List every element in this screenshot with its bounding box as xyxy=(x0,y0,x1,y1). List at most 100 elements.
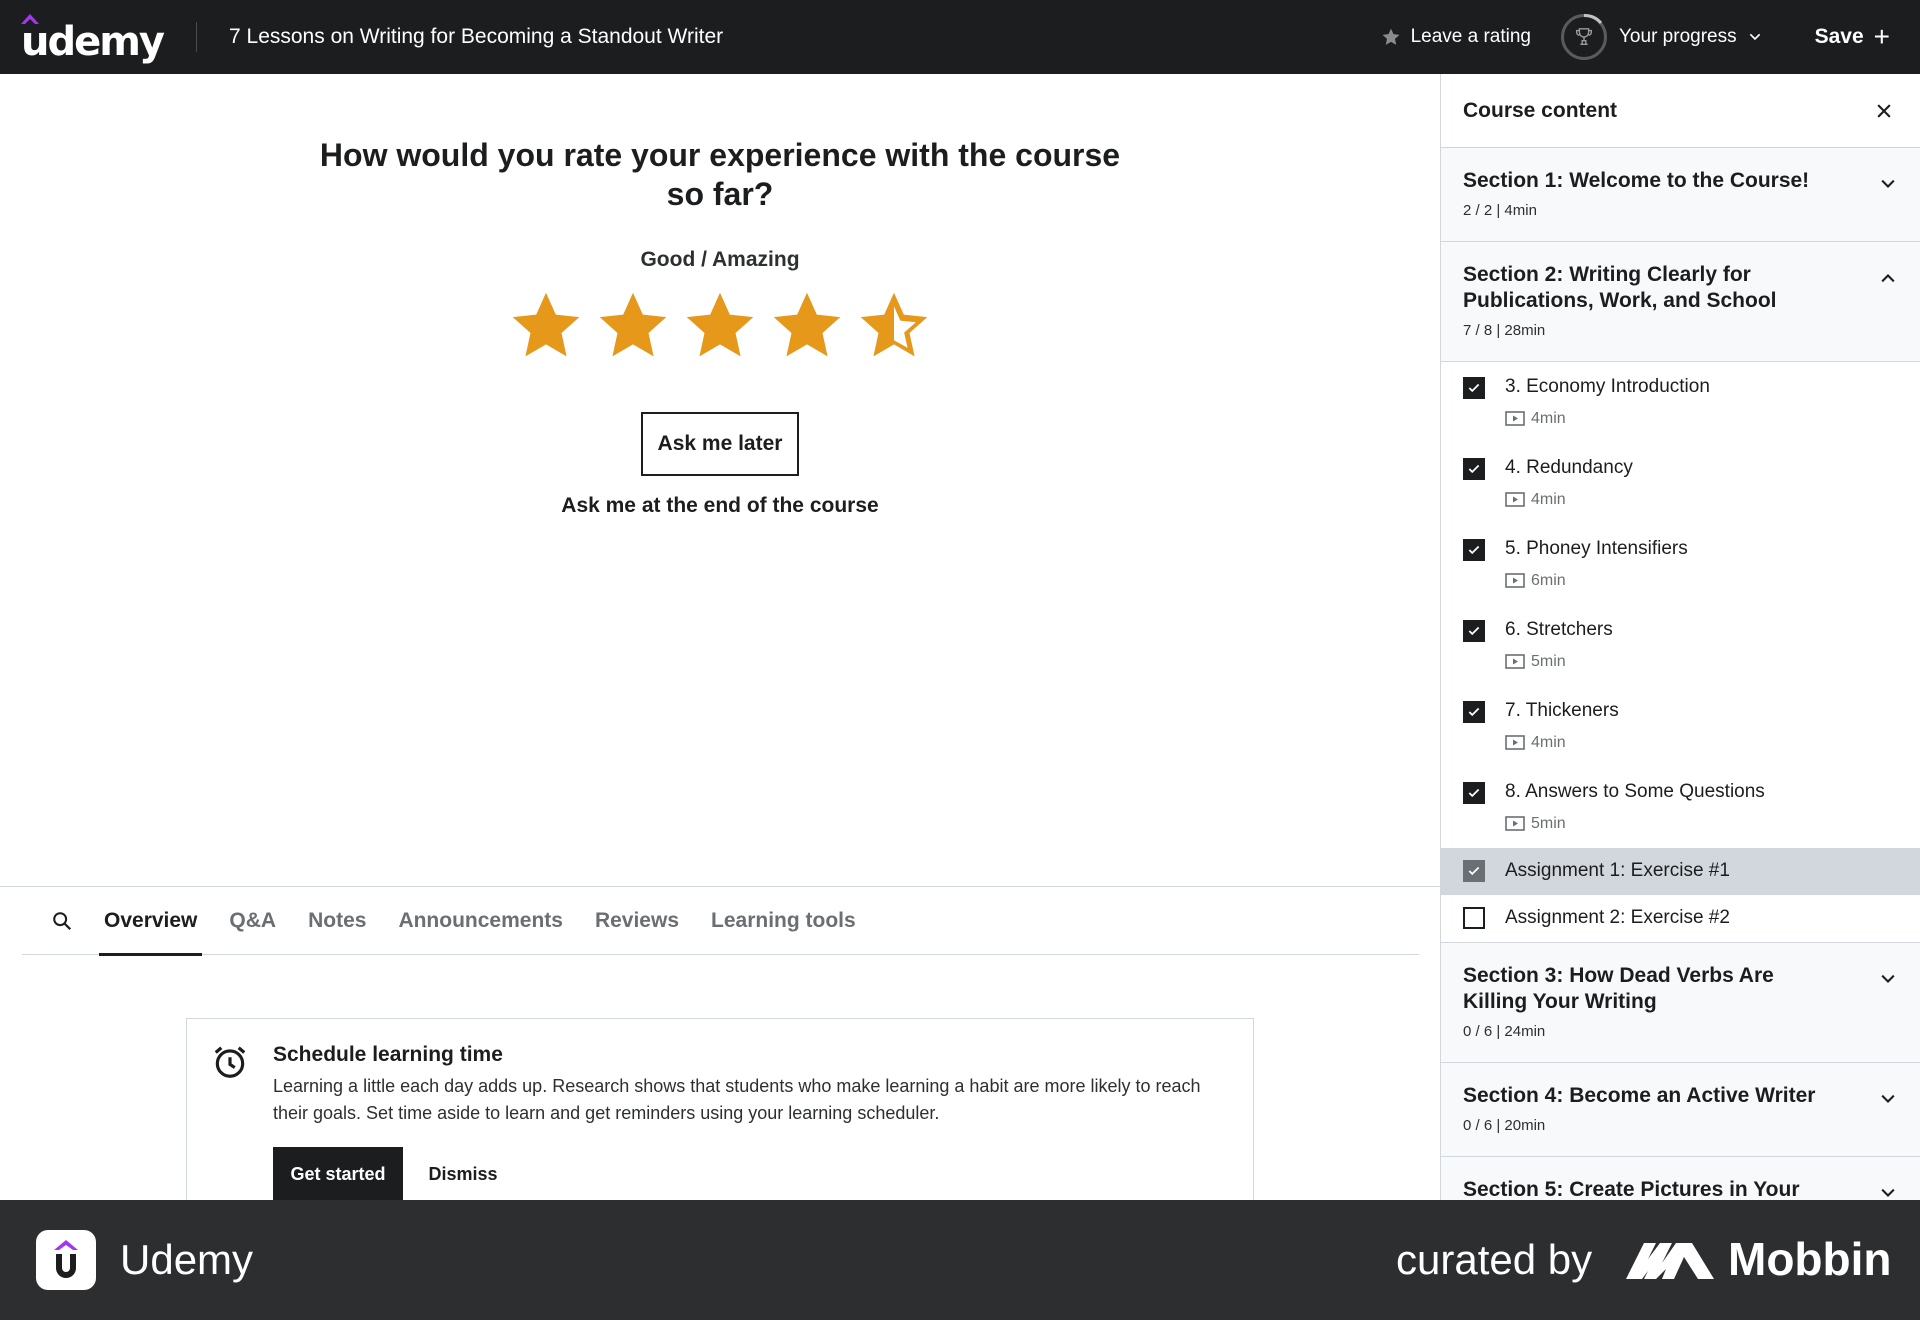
assignment-item-current[interactable]: Assignment 1: Exercise #1 xyxy=(1441,848,1920,895)
video-icon xyxy=(1505,816,1525,831)
star-rating[interactable] xyxy=(508,288,932,364)
star-5-half[interactable] xyxy=(856,288,932,364)
close-sidebar-button[interactable] xyxy=(1870,97,1898,125)
lecture-meta: 4min xyxy=(1505,491,1566,509)
tab-qa[interactable]: Q&A xyxy=(229,887,276,955)
star-2[interactable] xyxy=(595,288,671,364)
section-meta: 7 / 8 | 28min xyxy=(1463,322,1546,339)
course-tabs: Overview Q&A Notes Announcements Reviews… xyxy=(22,887,1419,956)
close-icon xyxy=(1877,103,1891,118)
search-tab[interactable] xyxy=(22,887,102,955)
completed-checkbox[interactable] xyxy=(1463,860,1485,882)
lecture-title: 5. Phoney Intensifiers xyxy=(1505,538,1688,559)
section-meta: 0 / 6 | 24min xyxy=(1463,1023,1546,1040)
chevron-down-icon xyxy=(1749,33,1760,41)
check-icon xyxy=(1468,707,1480,717)
check-icon xyxy=(1468,383,1480,393)
section-5[interactable]: Section 5: Create Pictures in Your xyxy=(1441,1157,1920,1200)
lecture-title: 6. Stretchers xyxy=(1505,619,1613,640)
leave-rating-button[interactable]: Leave a rating xyxy=(1381,26,1531,48)
lecture-duration: 4min xyxy=(1531,410,1566,427)
assignment-item[interactable]: Assignment 2: Exercise #2 xyxy=(1441,895,1920,942)
udemy-app-icon xyxy=(36,1230,96,1290)
chevron-down-icon xyxy=(1881,974,1895,983)
completed-checkbox[interactable] xyxy=(1463,377,1485,399)
video-icon xyxy=(1505,735,1525,750)
star-4[interactable] xyxy=(769,288,845,364)
lecture-duration: 4min xyxy=(1531,491,1566,508)
sidebar-title: Course content xyxy=(1463,98,1618,122)
lecture-duration: 5min xyxy=(1531,815,1566,832)
incomplete-checkbox[interactable] xyxy=(1463,907,1485,929)
plus-icon: + xyxy=(1873,21,1890,52)
completed-checkbox[interactable] xyxy=(1463,620,1485,642)
section-1[interactable]: Section 1: Welcome to the Course! 2 / 2 … xyxy=(1441,148,1920,242)
star-3[interactable] xyxy=(682,288,758,364)
lecture-meta: 6min xyxy=(1505,572,1566,590)
your-progress-dropdown[interactable]: Your progress xyxy=(1561,14,1763,60)
star-1[interactable] xyxy=(508,288,584,364)
lecture-meta: 4min xyxy=(1505,410,1566,428)
top-bar: udemy 7 Lessons on Writing for Becoming … xyxy=(0,0,1920,74)
video-icon xyxy=(1505,573,1525,588)
rating-question: How would you rate your experience with … xyxy=(319,137,1121,212)
chevron-down-icon xyxy=(1881,1188,1895,1197)
sidebar-header: Course content xyxy=(1441,74,1920,148)
star-icon xyxy=(1382,28,1400,45)
video-icon xyxy=(1505,654,1525,669)
tab-overview[interactable]: Overview xyxy=(99,887,203,956)
your-progress-label: Your progress xyxy=(1619,26,1737,47)
lecture-item[interactable]: 3. Economy Introduction 4min xyxy=(1441,362,1920,443)
section-2[interactable]: Section 2: Writing Clearly for Publicati… xyxy=(1441,242,1920,362)
section-3[interactable]: Section 3: How Dead Verbs Are Killing Yo… xyxy=(1441,943,1920,1063)
tab-announcements[interactable]: Announcements xyxy=(398,887,563,955)
check-icon xyxy=(1468,866,1480,876)
lecture-item[interactable]: 6. Stretchers 5min xyxy=(1441,605,1920,686)
ask-at-end-link[interactable]: Ask me at the end of the course xyxy=(520,494,920,518)
section-title: Section 2: Writing Clearly for Publicati… xyxy=(1463,263,1777,312)
save-label: Save xyxy=(1814,25,1864,48)
search-icon xyxy=(53,911,72,930)
section-title: Section 3: How Dead Verbs Are Killing Yo… xyxy=(1463,964,1774,1013)
tab-notes[interactable]: Notes xyxy=(308,887,366,955)
completed-checkbox[interactable] xyxy=(1463,539,1485,561)
lecture-item[interactable]: 7. Thickeners 4min xyxy=(1441,686,1920,767)
tab-reviews[interactable]: Reviews xyxy=(595,887,679,955)
logo-text: udemy xyxy=(21,19,165,65)
dismiss-button[interactable]: Dismiss xyxy=(413,1147,513,1201)
logo-hat-icon xyxy=(21,14,39,24)
check-icon xyxy=(1468,545,1480,555)
section-4[interactable]: Section 4: Become an Active Writer 0 / 6… xyxy=(1441,1063,1920,1157)
lecture-meta: 5min xyxy=(1505,815,1566,833)
section-2-items: 3. Economy Introduction 4min 4. Redundan… xyxy=(1441,362,1920,943)
footer-app-name: Udemy xyxy=(120,1236,254,1283)
lecture-duration: 4min xyxy=(1531,734,1566,751)
chevron-down-icon xyxy=(1881,179,1895,188)
video-icon xyxy=(1505,492,1525,507)
get-started-button[interactable]: Get started xyxy=(273,1147,403,1201)
schedule-title: Schedule learning time xyxy=(273,1043,503,1066)
alarm-clock-icon xyxy=(214,1046,246,1078)
save-button[interactable]: Save + xyxy=(1814,21,1890,52)
schedule-description: Learning a little each day adds up. Rese… xyxy=(273,1076,1201,1123)
course-title[interactable]: 7 Lessons on Writing for Becoming a Stan… xyxy=(229,25,723,49)
completed-checkbox[interactable] xyxy=(1463,458,1485,480)
section-title: Section 4: Become an Active Writer xyxy=(1463,1084,1816,1107)
progress-ring xyxy=(1561,14,1607,60)
lecture-title: 8. Answers to Some Questions xyxy=(1505,781,1765,802)
curated-by-label: curated by xyxy=(1396,1236,1593,1283)
completed-checkbox[interactable] xyxy=(1463,701,1485,723)
completed-checkbox[interactable] xyxy=(1463,782,1485,804)
lecture-title: 4. Redundancy xyxy=(1505,457,1633,478)
mobbin-footer: Udemy curated by Mobbin xyxy=(0,1200,1920,1320)
lecture-item[interactable]: 4. Redundancy 4min xyxy=(1441,443,1920,524)
lecture-item[interactable]: 8. Answers to Some Questions 5min xyxy=(1441,767,1920,848)
lecture-item[interactable]: 5. Phoney Intensifiers 6min xyxy=(1441,524,1920,605)
ask-me-later-button[interactable]: Ask me later xyxy=(641,412,799,476)
tab-learning-tools[interactable]: Learning tools xyxy=(711,887,856,955)
video-icon xyxy=(1505,411,1525,426)
udemy-logo[interactable]: udemy xyxy=(21,12,165,65)
lecture-title: 3. Economy Introduction xyxy=(1505,376,1710,397)
mobbin-wordmark: Mobbin xyxy=(1728,1233,1892,1285)
mobbin-mark-icon xyxy=(1626,1243,1714,1279)
